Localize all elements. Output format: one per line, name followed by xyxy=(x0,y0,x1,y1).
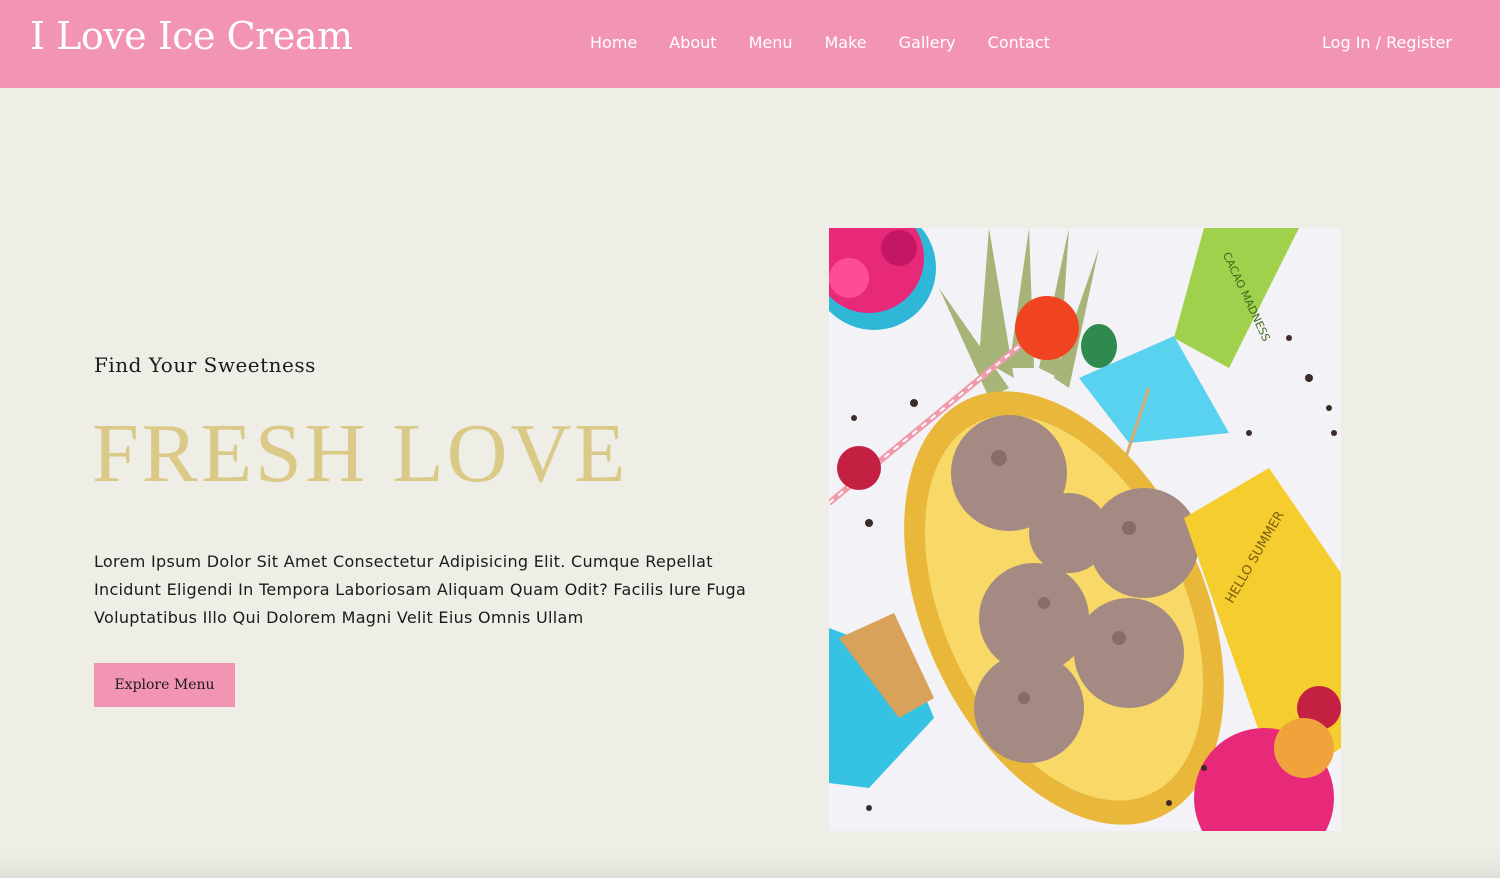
nav-link-contact[interactable]: Contact xyxy=(988,33,1050,52)
explore-menu-button[interactable]: Explore Menu xyxy=(94,663,235,707)
nav-item-about: About xyxy=(669,33,716,52)
navbar: I Love Ice Cream Home About Menu Make Ga… xyxy=(0,0,1500,88)
nav-item-contact: Contact xyxy=(988,33,1050,52)
hero-subtitle: Find Your Sweetness xyxy=(94,353,316,377)
hero-description: Lorem Ipsum Dolor Sit Amet Consectetur A… xyxy=(94,552,747,627)
nav-link-gallery[interactable]: Gallery xyxy=(899,33,956,52)
hero-ice-cream-image: CACAO MADNESS HELLO SUMMER xyxy=(829,228,1341,831)
nav-item-gallery: Gallery xyxy=(899,33,956,52)
nav-item-menu: Menu xyxy=(749,33,793,52)
nav-item-home: Home xyxy=(590,33,637,52)
nav-link-about[interactable]: About xyxy=(669,33,716,52)
nav-link-home[interactable]: Home xyxy=(590,33,637,52)
login-register-link[interactable]: Log In / Register xyxy=(1322,33,1452,52)
nav-item-make: Make xyxy=(825,33,867,52)
site-logo[interactable]: I Love Ice Cream xyxy=(30,14,353,58)
nav-link-make[interactable]: Make xyxy=(825,33,867,52)
nav-link-menu[interactable]: Menu xyxy=(749,33,793,52)
page-bottom-edge xyxy=(0,852,1500,878)
hero-title: FRESH LOVE xyxy=(92,407,629,500)
nav-links: Home About Menu Make Gallery Contact xyxy=(590,33,1050,52)
